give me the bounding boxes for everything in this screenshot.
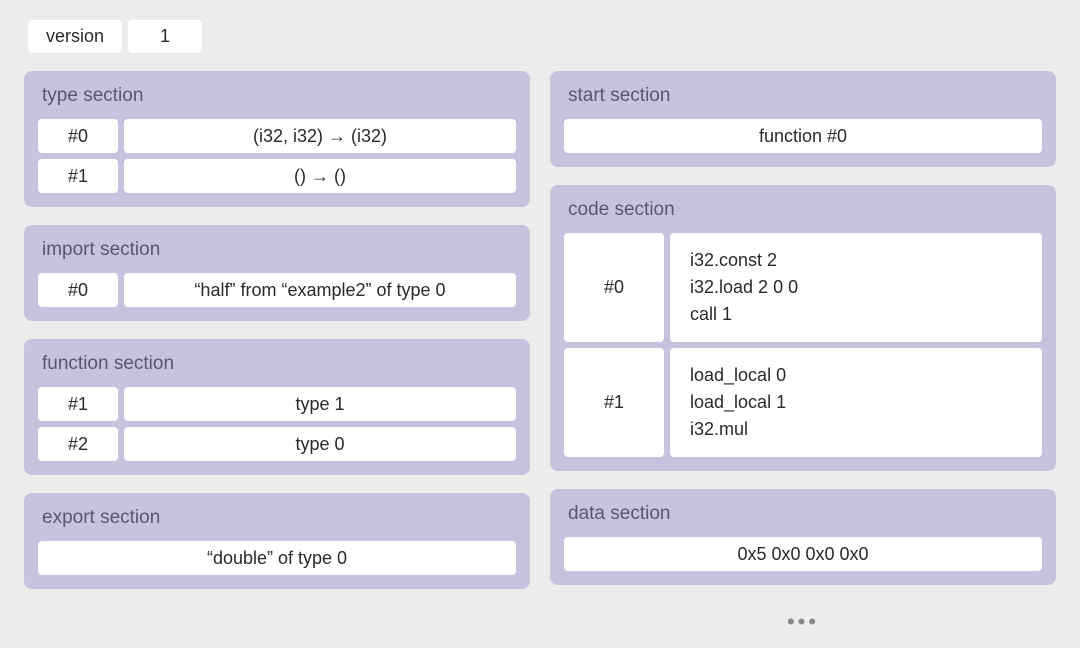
import-index: #0 (38, 273, 118, 307)
function-index: #2 (38, 427, 118, 461)
version-value: 1 (128, 20, 202, 53)
code-section: code section #0 i32.const 2 i32.load 2 0… (550, 185, 1056, 471)
import-row: #0 “half” from “example2” of type 0 (38, 273, 516, 307)
code-index: #1 (564, 348, 664, 457)
code-body: load_local 0 load_local 1 i32.mul (670, 348, 1042, 457)
code-row: #0 i32.const 2 i32.load 2 0 0 call 1 (564, 233, 1042, 342)
data-section-title: data section (564, 503, 1042, 525)
code-section-title: code section (564, 199, 1042, 221)
ellipsis-icon: ••• (550, 609, 1056, 635)
import-section-title: import section (38, 239, 516, 261)
type-section-title: type section (38, 85, 516, 107)
type-index: #1 (38, 159, 118, 193)
start-value: function #0 (564, 119, 1042, 153)
type-value: () → () (124, 159, 516, 193)
code-index: #0 (564, 233, 664, 342)
type-section: type section #0 (i32, i32) → (i32) #1 ()… (24, 71, 530, 207)
data-value: 0x5 0x0 0x0 0x0 (564, 537, 1042, 571)
function-section-title: function section (38, 353, 516, 375)
version-row: version 1 (28, 20, 1056, 53)
right-column: start section function #0 code section #… (550, 71, 1056, 635)
function-index: #1 (38, 387, 118, 421)
columns: type section #0 (i32, i32) → (i32) #1 ()… (24, 71, 1056, 635)
type-index: #0 (38, 119, 118, 153)
export-section-title: export section (38, 507, 516, 529)
data-section: data section 0x5 0x0 0x0 0x0 (550, 489, 1056, 585)
start-section: start section function #0 (550, 71, 1056, 167)
code-body: i32.const 2 i32.load 2 0 0 call 1 (670, 233, 1042, 342)
function-row: #1 type 1 (38, 387, 516, 421)
function-value: type 0 (124, 427, 516, 461)
export-value: “double” of type 0 (38, 541, 516, 575)
version-label: version (28, 20, 122, 53)
import-section: import section #0 “half” from “example2”… (24, 225, 530, 321)
type-row: #0 (i32, i32) → (i32) (38, 119, 516, 153)
left-column: type section #0 (i32, i32) → (i32) #1 ()… (24, 71, 530, 635)
import-value: “half” from “example2” of type 0 (124, 273, 516, 307)
function-section: function section #1 type 1 #2 type 0 (24, 339, 530, 475)
export-section: export section “double” of type 0 (24, 493, 530, 589)
code-row: #1 load_local 0 load_local 1 i32.mul (564, 348, 1042, 457)
function-row: #2 type 0 (38, 427, 516, 461)
type-row: #1 () → () (38, 159, 516, 193)
start-section-title: start section (564, 85, 1042, 107)
type-value: (i32, i32) → (i32) (124, 119, 516, 153)
function-value: type 1 (124, 387, 516, 421)
